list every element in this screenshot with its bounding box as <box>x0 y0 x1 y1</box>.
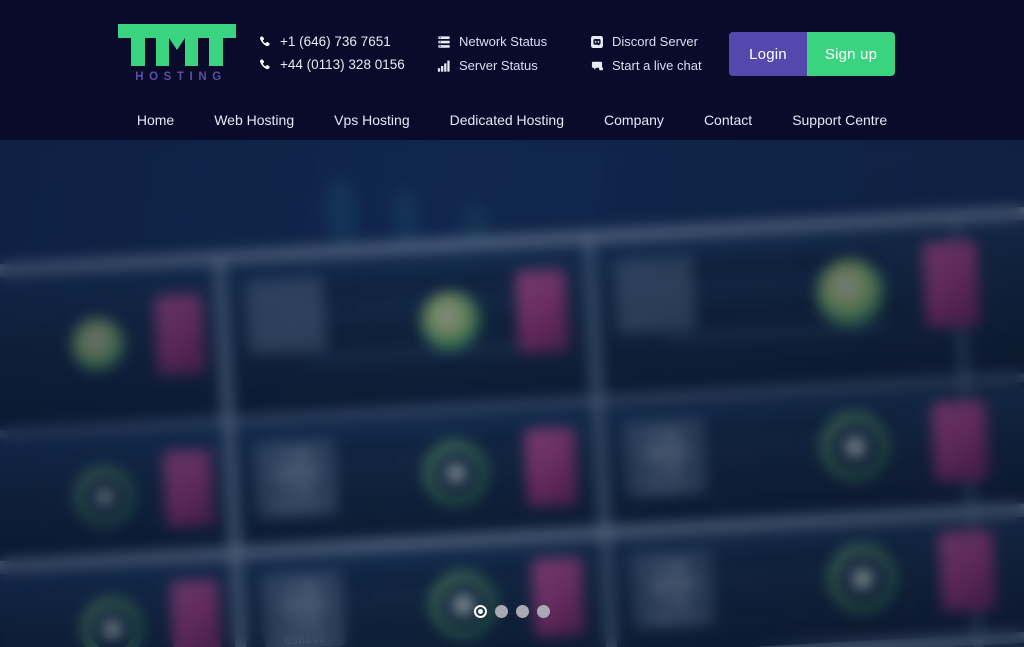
link-label-network-status: Network Status <box>459 34 547 49</box>
nav-item-vps-hosting[interactable]: Vps Hosting <box>314 100 429 140</box>
nav-item-web-hosting[interactable]: Web Hosting <box>194 100 314 140</box>
phone-label-us: +1 (646) 736 7651 <box>280 34 391 49</box>
carousel-dots <box>0 605 1024 618</box>
phone-icon <box>258 58 271 72</box>
link-server-status[interactable]: Server Status <box>437 55 567 76</box>
login-button[interactable]: Login <box>729 32 807 76</box>
server-stack-icon <box>437 35 451 49</box>
hero-overlay-tint <box>0 140 1024 647</box>
chat-bubble-icon <box>590 59 604 73</box>
hero-carousel: 7.2K SATA 2 TB 658102 7.2K SATA 2 TB 658… <box>0 140 1024 647</box>
auth-buttons: Login Sign up <box>729 32 895 76</box>
phone-label-uk: +44 (0113) 328 0156 <box>280 57 405 72</box>
link-live-chat[interactable]: Start a live chat <box>590 55 702 76</box>
discord-icon <box>590 35 604 49</box>
nav-item-home[interactable]: Home <box>117 100 194 140</box>
logo-mark-tmt <box>118 24 236 66</box>
site-header: HOSTING +1 (646) 736 7651 <box>0 0 1024 140</box>
header-status-links: Network Status Discord Server <box>437 31 702 76</box>
nav-item-dedicated-hosting[interactable]: Dedicated Hosting <box>430 100 584 140</box>
link-network-status[interactable]: Network Status <box>437 31 567 52</box>
link-discord-server[interactable]: Discord Server <box>590 31 702 52</box>
carousel-dot-2[interactable] <box>495 605 508 618</box>
carousel-dot-3[interactable] <box>516 605 529 618</box>
page-root: HOSTING +1 (646) 736 7651 <box>0 0 1024 647</box>
signal-bars-icon <box>437 59 451 73</box>
link-label-live-chat: Start a live chat <box>612 58 702 73</box>
nav-item-contact[interactable]: Contact <box>684 100 772 140</box>
phone-icon <box>258 35 271 49</box>
link-label-server-status: Server Status <box>459 58 538 73</box>
site-logo[interactable]: HOSTING <box>118 24 240 83</box>
phone-numbers: +1 (646) 736 7651 +44 (0113) 328 0156 <box>258 31 405 77</box>
link-label-discord-server: Discord Server <box>612 34 698 49</box>
main-navigation: Home Web Hosting Vps Hosting Dedicated H… <box>0 100 1024 140</box>
phone-link-uk[interactable]: +44 (0113) 328 0156 <box>258 54 405 75</box>
nav-item-support-centre[interactable]: Support Centre <box>772 100 907 140</box>
nav-item-company[interactable]: Company <box>584 100 684 140</box>
signup-button[interactable]: Sign up <box>807 32 895 76</box>
phone-link-us[interactable]: +1 (646) 736 7651 <box>258 31 405 52</box>
header-top-bar: HOSTING +1 (646) 736 7651 <box>0 0 1024 100</box>
carousel-dot-4[interactable] <box>537 605 550 618</box>
carousel-dot-1[interactable] <box>474 605 487 618</box>
logo-subtitle: HOSTING <box>118 71 240 83</box>
